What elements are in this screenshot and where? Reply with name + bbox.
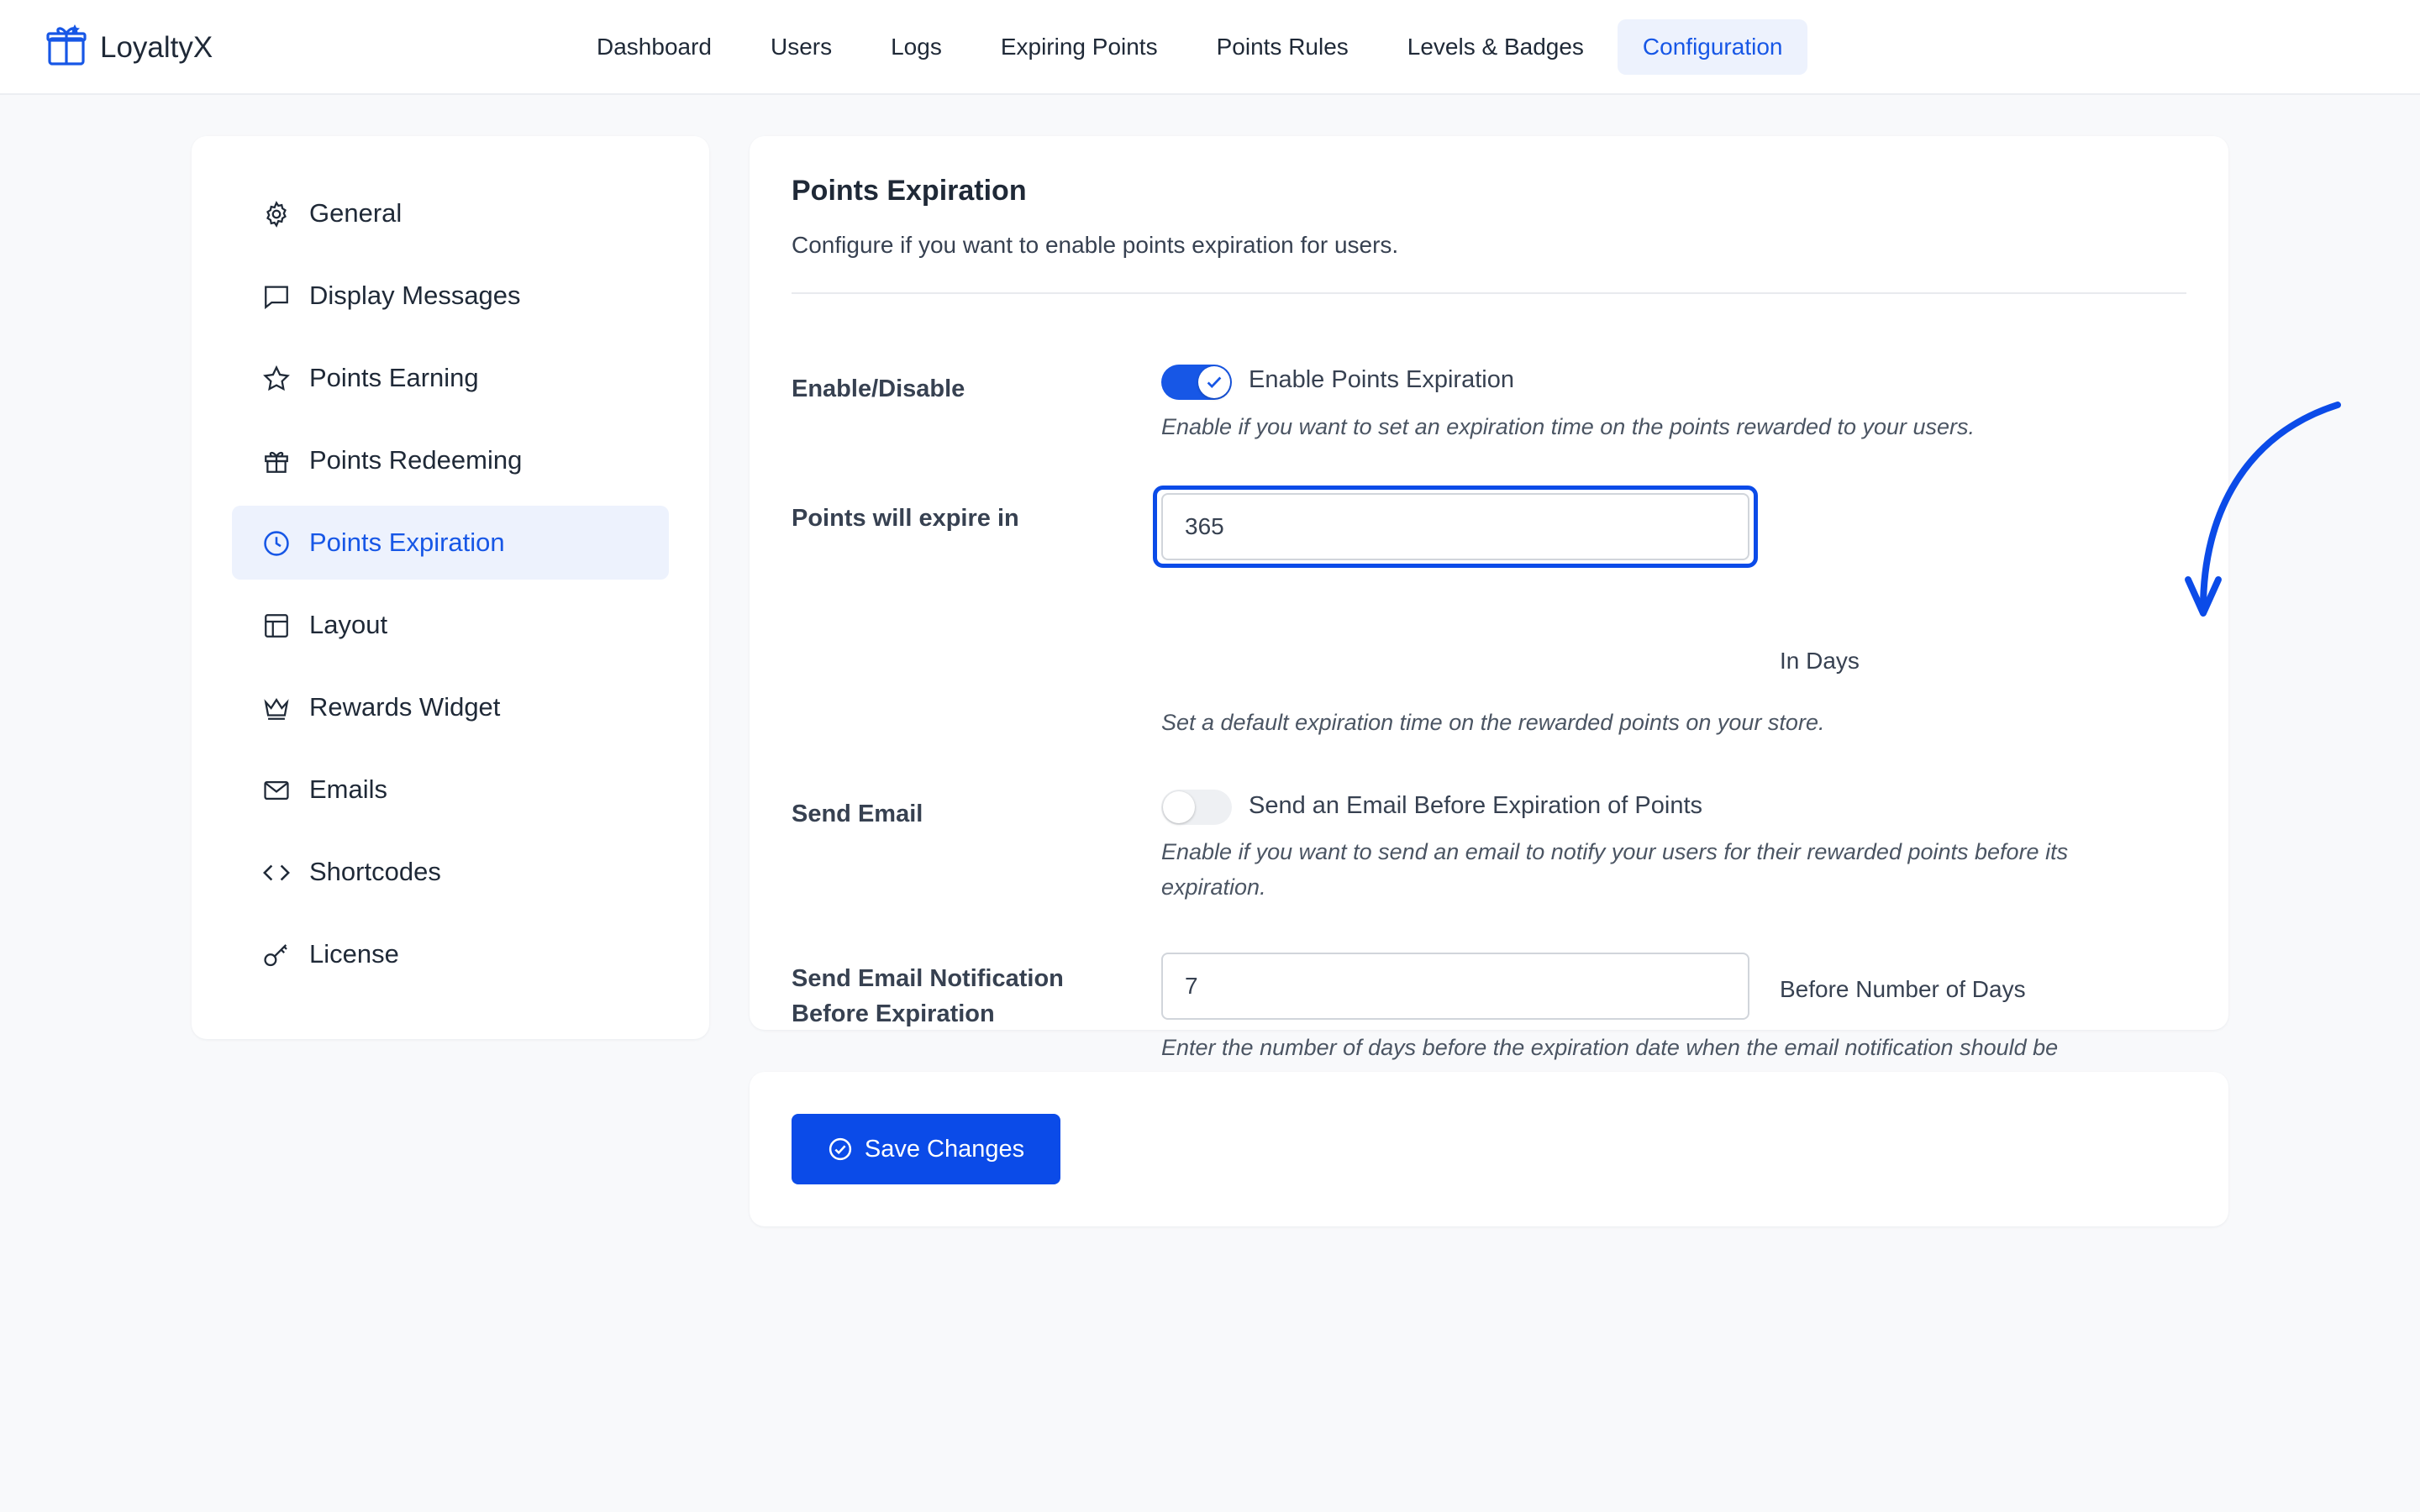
nav-dashboard[interactable]: Dashboard (571, 19, 737, 75)
brand[interactable]: LoyaltyX (46, 24, 213, 71)
sidebar-item-label: Emails (309, 774, 388, 804)
sidebar-item-shortcodes[interactable]: Shortcodes (232, 835, 669, 909)
send-email-help: expiration. (1161, 874, 1266, 900)
sidebar-item-label: Points Expiration (309, 528, 505, 557)
gift-icon (262, 447, 291, 475)
send-email-toggle[interactable] (1161, 790, 1232, 825)
check-icon (1207, 376, 1222, 389)
sidebar-item-emails[interactable]: Emails (232, 753, 669, 827)
sidebar-item-points-redeeming[interactable]: Points Redeeming (232, 423, 669, 497)
nav-users[interactable]: Users (745, 19, 857, 75)
notify-days-input[interactable]: 7 (1161, 953, 1749, 1020)
annotation-arrow (2185, 402, 2341, 617)
sidebar-item-label: Display Messages (309, 281, 521, 310)
notify-before-label: Send Email Notification (792, 965, 1064, 992)
settings-sidebar: General Display Messages Points Earning … (192, 136, 709, 1039)
page-title: Points Expiration (792, 175, 1027, 207)
sidebar-item-label: Points Redeeming (309, 445, 523, 475)
expire-in-help: Set a default expiration time on the rew… (1161, 710, 1825, 735)
main-nav: Dashboard Users Logs Expiring Points Poi… (571, 19, 1816, 75)
mail-icon (262, 776, 291, 805)
toggle-knob (1198, 366, 1230, 398)
page-description: Configure if you want to enable points e… (792, 232, 1399, 258)
points-expiration-panel: Points Expiration Configure if you want … (750, 136, 2341, 1095)
clock-icon (262, 529, 291, 558)
save-panel: Save Changes (750, 1072, 2228, 1226)
nav-points-rules[interactable]: Points Rules (1192, 19, 1374, 75)
gift-icon (46, 24, 87, 71)
sidebar-item-label: Points Earning (309, 363, 479, 392)
top-navigation-bar: LoyaltyX Dashboard Users Logs Expiring P… (0, 0, 2420, 95)
nav-levels-badges[interactable]: Levels & Badges (1382, 19, 1609, 75)
crown-icon (262, 694, 291, 722)
enable-disable-label: Enable/Disable (792, 375, 965, 402)
sidebar-item-layout[interactable]: Layout (232, 588, 669, 662)
key-icon (262, 941, 291, 969)
sidebar-item-license[interactable]: License (232, 917, 669, 991)
sidebar-item-label: Rewards Widget (309, 692, 501, 722)
nav-logs[interactable]: Logs (865, 19, 967, 75)
nav-configuration[interactable]: Configuration (1617, 19, 1808, 75)
highlight-annotation (1153, 486, 1758, 568)
sidebar-item-display-messages[interactable]: Display Messages (232, 259, 669, 333)
sidebar-item-rewards-widget[interactable]: Rewards Widget (232, 670, 669, 744)
save-changes-label: Save Changes (864, 1135, 1025, 1163)
sidebar-item-label: License (309, 939, 399, 969)
gear-icon (262, 200, 291, 228)
sidebar-item-label: Layout (309, 610, 388, 639)
expire-in-label: Points will expire in (792, 505, 1019, 532)
notify-before-label: Before Expiration (792, 1000, 995, 1027)
notify-before-unit: Before Number of Days (1780, 976, 2026, 1002)
divider (792, 292, 2186, 294)
code-icon (262, 858, 291, 887)
sidebar-item-label: General (309, 198, 402, 228)
send-email-help: Enable if you want to send an email to n… (1161, 839, 2069, 864)
enable-expiration-help: Enable if you want to set an expiration … (1161, 414, 1975, 439)
sidebar-item-points-expiration[interactable]: Points Expiration (232, 506, 669, 580)
star-icon (262, 365, 291, 393)
message-icon (262, 282, 291, 311)
nav-expiring-points[interactable]: Expiring Points (976, 19, 1183, 75)
enable-expiration-toggle[interactable] (1161, 365, 1232, 400)
send-email-toggle-label: Send an Email Before Expiration of Point… (1249, 792, 1703, 819)
expire-in-unit: In Days (1780, 648, 1860, 674)
sidebar-item-points-earning[interactable]: Points Earning (232, 341, 669, 415)
notify-before-help: Enter the number of days before the expi… (1161, 1035, 2059, 1060)
layout-icon (262, 612, 291, 640)
sidebar-item-general[interactable]: General (232, 176, 669, 250)
toggle-knob (1163, 791, 1195, 823)
sidebar-item-label: Shortcodes (309, 857, 441, 886)
brand-name: LoyaltyX (100, 30, 213, 64)
save-changes-button[interactable]: Save Changes (792, 1114, 1060, 1184)
enable-expiration-toggle-label: Enable Points Expiration (1249, 366, 1514, 393)
send-email-label: Send Email (792, 801, 923, 827)
check-circle-icon (829, 1137, 851, 1161)
